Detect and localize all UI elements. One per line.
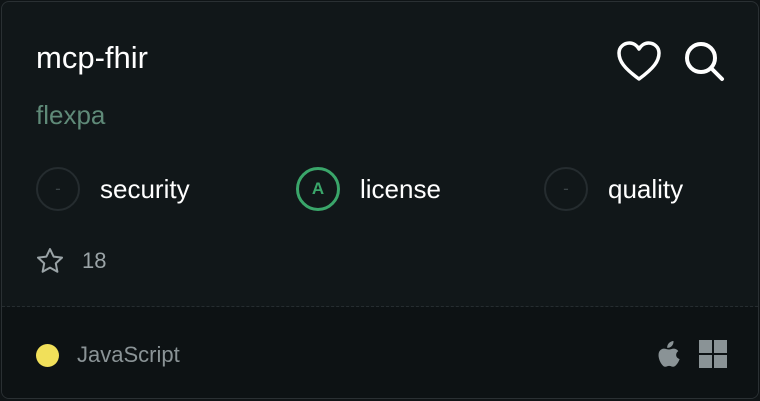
star-icon [37,248,63,273]
search-button[interactable] [681,38,727,84]
platform-windows [698,338,728,370]
license-label: license [360,173,441,204]
metric-quality[interactable]: - quality [544,165,683,213]
language-color-dot [36,343,59,367]
metric-license[interactable]: A license [296,165,441,213]
license-score-badge: A [296,167,340,211]
repo-card[interactable]: mcp-fhir flexpa - security A license - q… [1,1,759,399]
windows-icon [699,340,727,368]
platform-apple [654,338,684,370]
quality-score-badge: - [544,167,588,211]
security-score-badge: - [36,167,80,211]
security-label: security [100,173,190,204]
repo-title[interactable]: mcp-fhir [36,40,148,76]
star-count-value: 18 [82,247,107,273]
quality-label: quality [608,173,684,204]
repo-owner[interactable]: flexpa [36,100,105,131]
heart-icon [617,41,661,81]
metric-security[interactable]: - security [36,165,190,213]
apple-icon [658,341,680,367]
favorite-button[interactable] [616,38,662,84]
star-count: 18 [36,247,106,274]
search-icon [685,42,724,81]
language-name: JavaScript [77,342,180,367]
language-indicator: JavaScript [36,342,180,368]
